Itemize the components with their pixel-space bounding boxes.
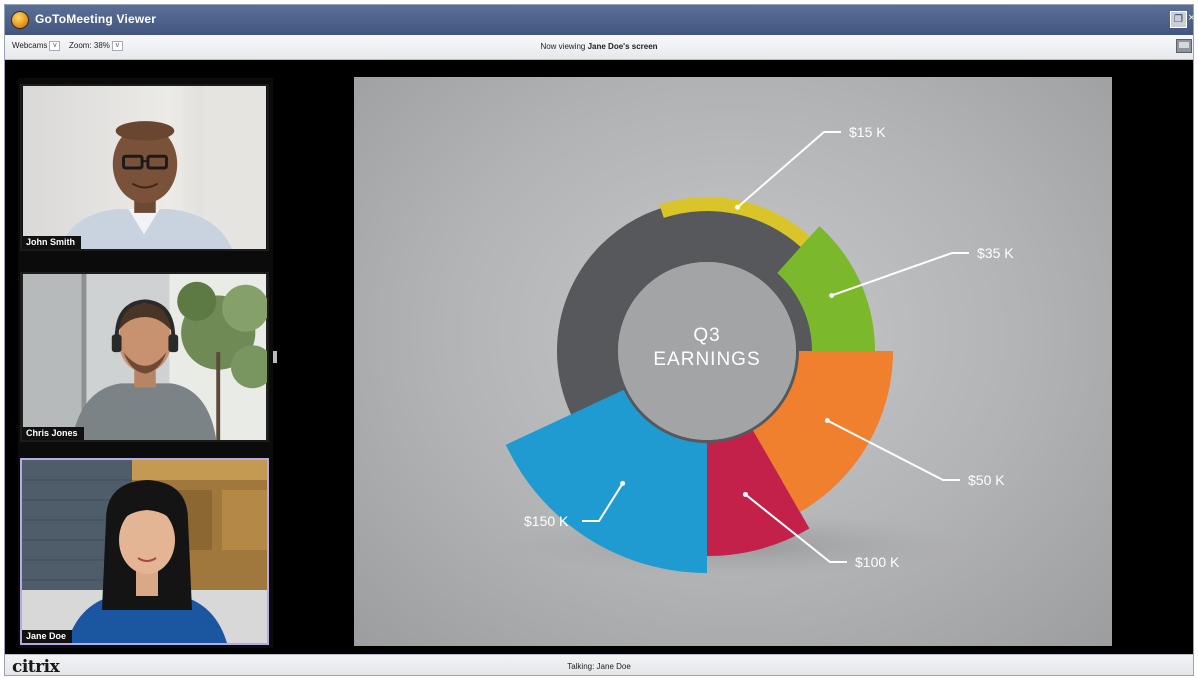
screen-share-icon[interactable]: [1176, 39, 1192, 53]
webcam-video-jane-doe: [22, 460, 267, 643]
chart-data-label: $15 K: [849, 124, 886, 140]
shared-screen-slide: $15 K $35 K $50 K $100 K $150 K Q3 EARNINGS: [354, 77, 1112, 646]
now-viewing-status: Now viewing Jane Doe's screen: [5, 42, 1193, 51]
chart-data-label: $35 K: [977, 245, 1014, 261]
viewer-toolbar: Webcams v Zoom: 38% v Now viewing Jane Doe…: [5, 35, 1193, 60]
webcam-video-john-smith: [22, 86, 267, 249]
chart-data-label: $100 K: [855, 554, 900, 570]
chart-data-label: $150 K: [524, 513, 569, 529]
panel-resize-handle[interactable]: [273, 351, 277, 363]
webcam-tile-chris-jones[interactable]: Chris Jones: [20, 272, 269, 442]
webcam-name-label: Jane Doe: [22, 630, 73, 643]
chart-leader-dot: [735, 204, 741, 210]
gotomeeting-flower-icon: [12, 12, 28, 28]
title-bar: GoToMeeting Viewer ❐ ×: [5, 5, 1193, 35]
restore-window-button[interactable]: ❐: [1170, 11, 1187, 28]
now-viewing-prefix: Now viewing: [540, 42, 586, 51]
webcam-panel: John Smith Chris Jones Jane Doe: [18, 78, 273, 648]
chart-leader-dot: [620, 480, 626, 486]
window-title: GoToMeeting Viewer: [35, 12, 157, 26]
webcam-tile-jane-doe[interactable]: Jane Doe: [20, 458, 269, 645]
q3-earnings-chart: $15 K $35 K $50 K $100 K $150 K Q3 EARNINGS: [505, 124, 1014, 577]
chart-leader-dot: [824, 418, 830, 423]
chart-leader-line: [736, 131, 841, 208]
chart-center-label-line1: Q3: [693, 325, 720, 346]
meeting-content-area: John Smith Chris Jones Jane Doe $15 K $3…: [5, 60, 1193, 654]
chart-leader-dot: [742, 491, 748, 497]
webcam-name-label: John Smith: [22, 236, 81, 249]
now-viewing-name: Jane Doe's screen: [587, 42, 658, 51]
talking-status: Talking: Jane Doe: [567, 662, 631, 671]
chart-leader-dot: [829, 292, 835, 298]
chart-data-label: $50 K: [968, 472, 1005, 488]
webcam-video-chris-jones: [22, 274, 267, 440]
gotomeeting-viewer-window: GoToMeeting Viewer ❐ × Webcamsv Zoom: 38…: [4, 4, 1194, 676]
close-window-button[interactable]: ×: [1188, 11, 1193, 28]
webcam-name-label: Chris Jones: [22, 427, 84, 440]
chart-center-label-line2: EARNINGS: [653, 349, 760, 370]
status-bar: citrix Talking: Jane Doe: [5, 654, 1193, 675]
webcam-tile-john-smith[interactable]: John Smith: [20, 84, 269, 251]
